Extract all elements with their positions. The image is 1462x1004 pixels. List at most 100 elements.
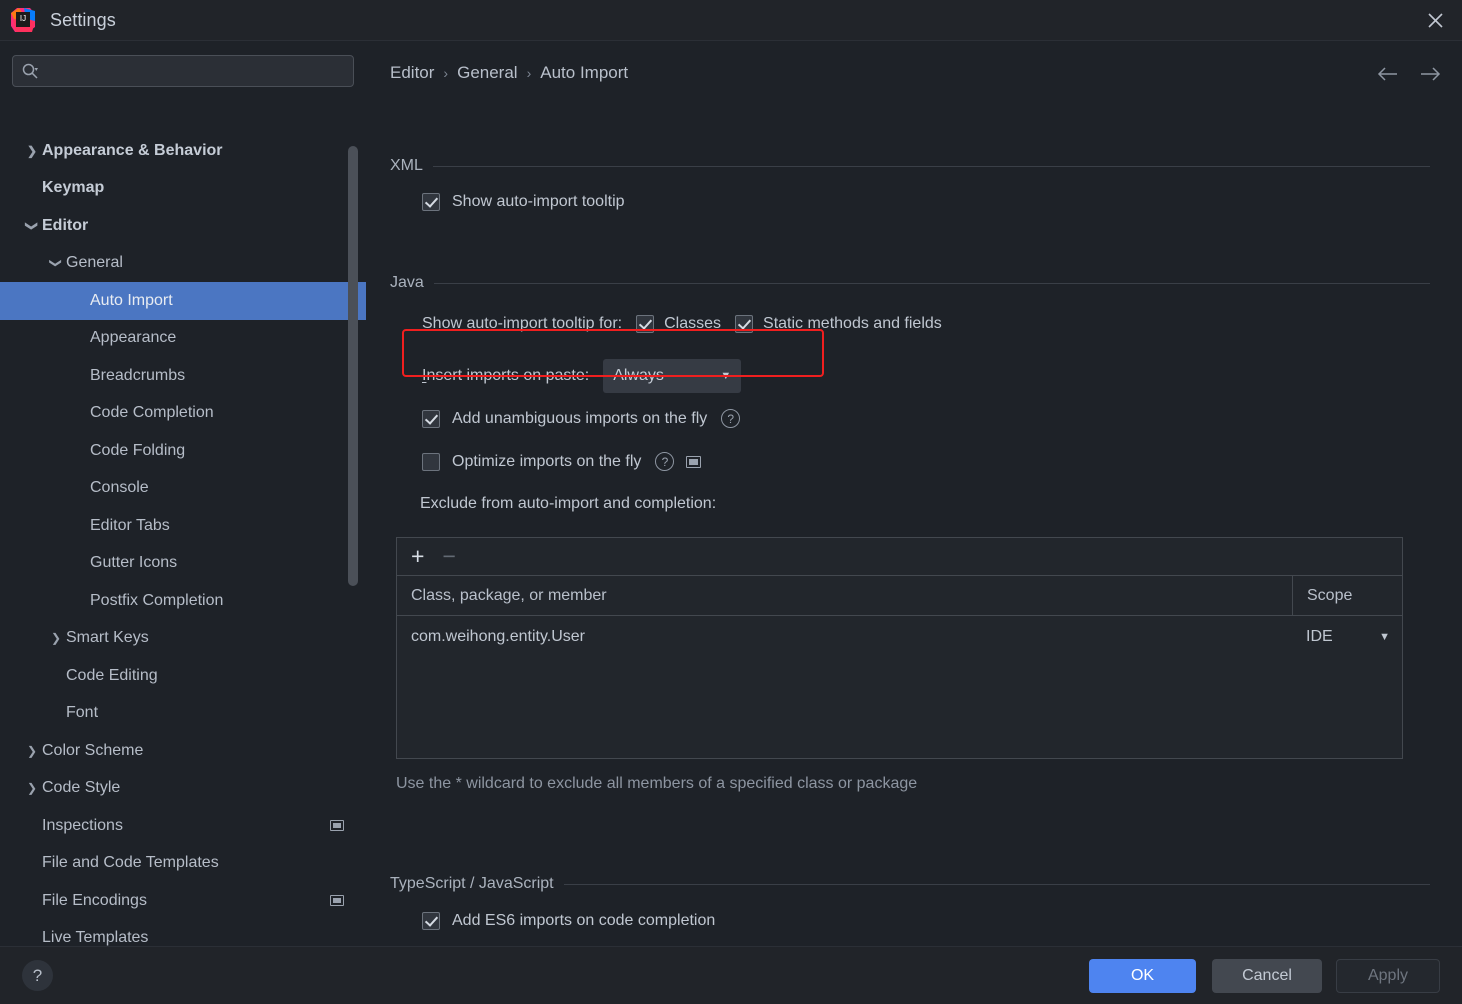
sidebar-item-label: Breadcrumbs	[90, 367, 344, 385]
search-icon	[21, 62, 39, 80]
window-title: Settings	[50, 10, 116, 31]
sidebar-item-label: Auto Import	[90, 292, 344, 310]
cancel-button[interactable]: Cancel	[1212, 959, 1322, 993]
sidebar-item-label: Editor Tabs	[90, 517, 344, 535]
sidebar-item-breadcrumbs[interactable]: Breadcrumbs	[0, 357, 366, 395]
chevron-down-icon[interactable]: ❯	[25, 216, 39, 236]
sidebar-item-label: Font	[66, 704, 344, 722]
chevron-down-icon[interactable]: ▼	[1379, 631, 1390, 643]
row-scope-cell[interactable]: IDE ▼	[1292, 616, 1402, 658]
xml-section-title: XML	[390, 157, 423, 175]
sidebar-item-file-encodings[interactable]: File Encodings	[0, 882, 366, 920]
exclude-table: + − Class, package, or member Scope com.…	[396, 537, 1403, 759]
sidebar-item-live-templates[interactable]: Live Templates	[0, 920, 366, 947]
settings-sidebar: ❯Appearance & Behavior Keymap ❯Editor❯Gene…	[0, 41, 366, 946]
arrow-left-icon[interactable]	[1376, 65, 1400, 88]
help-button[interactable]: ?	[22, 960, 53, 991]
auto-import-settings: XML Show auto-import tooltip Java Show a…	[366, 133, 1462, 946]
sidebar-item-editor[interactable]: ❯Editor	[0, 207, 366, 245]
sidebar-item-label: Code Editing	[66, 667, 344, 685]
sidebar-item-file-and-code-templates[interactable]: File and Code Templates	[0, 845, 366, 883]
sidebar-item-label: Code Style	[42, 779, 344, 797]
sidebar-item-appearance[interactable]: Appearance	[0, 320, 366, 358]
sidebar-item-font[interactable]: Font	[0, 695, 366, 733]
search-box[interactable]	[12, 55, 354, 87]
add-unambiguous-imports-row[interactable]: Add unambiguous imports on the fly ?	[422, 409, 740, 428]
row-member-value: com.weihong.entity.User	[397, 628, 1292, 646]
sidebar-item-keymap[interactable]: Keymap	[0, 170, 366, 208]
breadcrumb-separator: ›	[443, 65, 448, 81]
sidebar-item-editor-tabs[interactable]: Editor Tabs	[0, 507, 366, 545]
close-icon[interactable]	[1408, 0, 1462, 41]
ok-button[interactable]: OK	[1089, 959, 1196, 993]
help-circle-icon[interactable]: ?	[655, 452, 674, 471]
sidebar-item-postfix-completion[interactable]: Postfix Completion	[0, 582, 366, 620]
sidebar-item-label: Code Folding	[90, 442, 344, 460]
chevron-down-icon[interactable]: ❯	[49, 253, 63, 273]
search-input[interactable]	[43, 63, 345, 79]
exclude-from-auto-import-label: Exclude from auto-import and completion:	[420, 495, 716, 513]
project-scope-icon	[330, 895, 344, 906]
sidebar-scrollbar-thumb[interactable]	[348, 146, 358, 586]
dialog-button-bar: ? OK Cancel Apply	[0, 946, 1462, 1004]
chevron-right-icon[interactable]: ❯	[22, 744, 42, 758]
search-container	[0, 41, 366, 87]
column-header-scope: Scope	[1292, 576, 1402, 615]
sidebar-item-gutter-icons[interactable]: Gutter Icons	[0, 545, 366, 583]
sidebar-item-label: Postfix Completion	[90, 592, 344, 610]
java-section-title: Java	[390, 274, 424, 292]
sidebar-item-color-scheme[interactable]: ❯Color Scheme	[0, 732, 366, 770]
chevron-right-icon[interactable]: ❯	[22, 144, 42, 158]
sidebar-item-label: Live Templates	[42, 929, 344, 946]
sidebar-item-label: Color Scheme	[42, 742, 344, 760]
column-header-member: Class, package, or member	[397, 587, 1292, 605]
chevron-right-icon[interactable]: ❯	[46, 631, 66, 645]
sidebar-item-label: Appearance	[90, 329, 344, 347]
project-scope-icon	[330, 820, 344, 831]
typescript-section-title: TypeScript / JavaScript	[390, 875, 554, 893]
xml-show-tooltip-checkbox[interactable]	[422, 193, 440, 211]
sidebar-item-general[interactable]: ❯General	[0, 245, 366, 283]
sidebar-item-appearance-behavior[interactable]: ❯Appearance & Behavior	[0, 132, 366, 170]
es6-imports-label: Add ES6 imports on code completion	[452, 912, 715, 930]
sidebar-item-code-folding[interactable]: Code Folding	[0, 432, 366, 470]
sidebar-item-inspections[interactable]: Inspections	[0, 807, 366, 845]
arrow-right-icon[interactable]	[1418, 65, 1442, 88]
sidebar-item-auto-import[interactable]: Auto Import	[0, 282, 366, 320]
sidebar-item-label: Console	[90, 479, 344, 497]
section-divider	[564, 884, 1430, 885]
xml-show-tooltip-row[interactable]: Show auto-import tooltip	[422, 193, 625, 211]
sidebar-item-code-completion[interactable]: Code Completion	[0, 395, 366, 433]
sidebar-item-label: Gutter Icons	[90, 554, 344, 572]
sidebar-item-console[interactable]: Console	[0, 470, 366, 508]
section-divider	[433, 166, 1430, 167]
sidebar-item-code-style[interactable]: ❯Code Style	[0, 770, 366, 808]
optimize-imports-row[interactable]: Optimize imports on the fly ?	[422, 452, 701, 471]
table-row[interactable]: com.weihong.entity.User IDE ▼	[397, 616, 1402, 658]
wildcard-hint: Use the * wildcard to exclude all member…	[396, 771, 976, 797]
optimize-imports-label: Optimize imports on the fly	[452, 453, 641, 471]
settings-tree[interactable]: ❯Appearance & Behavior Keymap ❯Editor❯Gene…	[0, 132, 366, 946]
es6-imports-checkbox[interactable]	[422, 912, 440, 930]
plus-icon[interactable]: +	[411, 545, 424, 568]
optimize-imports-checkbox[interactable]	[422, 453, 440, 471]
breadcrumb-part[interactable]: Auto Import	[540, 63, 628, 83]
minus-icon: −	[442, 545, 455, 568]
add-unambiguous-imports-checkbox[interactable]	[422, 410, 440, 428]
sidebar-item-label: File Encodings	[42, 892, 330, 910]
sidebar-item-code-editing[interactable]: Code Editing	[0, 657, 366, 695]
sidebar-item-smart-keys[interactable]: ❯Smart Keys	[0, 620, 366, 658]
xml-section-header: XML	[390, 157, 1430, 175]
help-circle-icon[interactable]: ?	[721, 409, 740, 428]
sidebar-item-label: Inspections	[42, 817, 330, 835]
project-scope-icon	[686, 456, 701, 468]
chevron-right-icon[interactable]: ❯	[22, 781, 42, 795]
java-section-header: Java	[390, 274, 1430, 292]
breadcrumb-part[interactable]: Editor	[390, 63, 434, 83]
sidebar-item-label: Keymap	[42, 179, 344, 197]
sidebar-item-label: File and Code Templates	[42, 854, 344, 872]
es6-imports-row[interactable]: Add ES6 imports on code completion	[422, 912, 715, 930]
breadcrumb-part[interactable]: General	[457, 63, 517, 83]
row-scope-value: IDE	[1306, 628, 1333, 646]
navigation-arrows	[1376, 65, 1442, 88]
